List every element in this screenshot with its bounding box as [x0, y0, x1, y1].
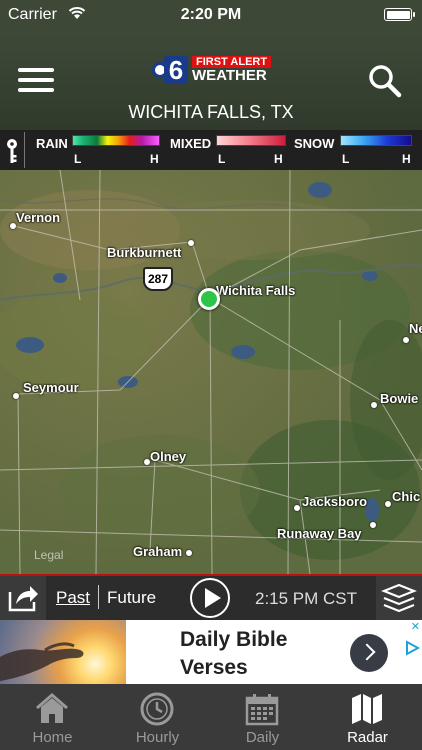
- location-title[interactable]: WICHITA FALLS, TX: [0, 102, 422, 123]
- city-label: Olney: [150, 449, 187, 464]
- radar-playback-bar: Past Future 2:15 PM CST: [0, 574, 422, 620]
- layers-icon: [381, 583, 417, 613]
- radar-map[interactable]: 287 Vernon Burkburnett Wichita Falls Sey…: [0, 170, 422, 574]
- ad-open-button[interactable]: [350, 634, 388, 672]
- tab-future[interactable]: Future: [107, 588, 156, 608]
- city-label: Vernon: [16, 210, 61, 225]
- search-icon[interactable]: [368, 64, 402, 98]
- city-label: Graham: [133, 544, 183, 559]
- ad-title: Daily Bible Verses: [180, 628, 288, 679]
- legal-link[interactable]: Legal: [34, 548, 63, 562]
- frame-time: 2:15 PM CST: [255, 589, 358, 608]
- snow-label: SNOW: [294, 136, 335, 151]
- satellite-terrain: [0, 170, 422, 574]
- play-button[interactable]: [190, 578, 230, 618]
- tab-past[interactable]: Past: [56, 588, 90, 608]
- map-icon: [352, 694, 382, 724]
- city-label: Ne: [409, 321, 422, 336]
- battery-icon: [384, 8, 415, 21]
- ad-image: [0, 620, 126, 684]
- snow-scale: [340, 135, 412, 146]
- nav-home[interactable]: Home: [0, 684, 105, 750]
- app-header: 6 FIRST ALERT WEATHER WICHITA FALLS, TX: [0, 30, 422, 130]
- layers-button[interactable]: [376, 576, 422, 620]
- city-label: Runaway Bay: [277, 526, 362, 541]
- station-logo: 6 FIRST ALERT WEATHER: [152, 56, 282, 86]
- nav-radar[interactable]: Radar: [315, 684, 420, 750]
- city-label: Bowie: [380, 391, 419, 406]
- bottom-nav: Home Hourly Daily Radar: [0, 684, 422, 750]
- ad-banner[interactable]: Daily Bible Verses ✕: [0, 620, 422, 684]
- city-label: Burkburnett: [107, 245, 182, 260]
- share-icon: [8, 586, 38, 612]
- clock-icon: [140, 692, 174, 726]
- share-button[interactable]: [0, 576, 46, 620]
- status-bar: Carrier 2:20 PM: [0, 0, 422, 30]
- location-marker[interactable]: [198, 288, 220, 310]
- clock-time: 2:20 PM: [180, 6, 242, 23]
- home-icon: [36, 693, 68, 723]
- highway-shield: 287: [143, 267, 173, 291]
- city-label: Jacksboro: [302, 494, 368, 509]
- adchoices-icon[interactable]: [404, 640, 420, 656]
- ad-close-icon[interactable]: ✕: [411, 620, 420, 633]
- mixed-scale: [216, 135, 286, 146]
- city-label: Wichita Falls: [216, 283, 296, 298]
- calendar-icon: [245, 694, 279, 726]
- key-icon[interactable]: [5, 138, 19, 164]
- rain-label: RAIN: [36, 136, 68, 151]
- mixed-label: MIXED: [170, 136, 212, 151]
- nav-daily[interactable]: Daily: [210, 684, 315, 750]
- city-label: Seymour: [23, 380, 79, 395]
- city-label: Chic: [392, 489, 421, 504]
- rain-scale: [72, 135, 160, 146]
- radar-legend: RAIN L H MIXED L H SNOW L H: [0, 130, 422, 170]
- menu-button[interactable]: [18, 68, 54, 94]
- nav-hourly[interactable]: Hourly: [105, 684, 210, 750]
